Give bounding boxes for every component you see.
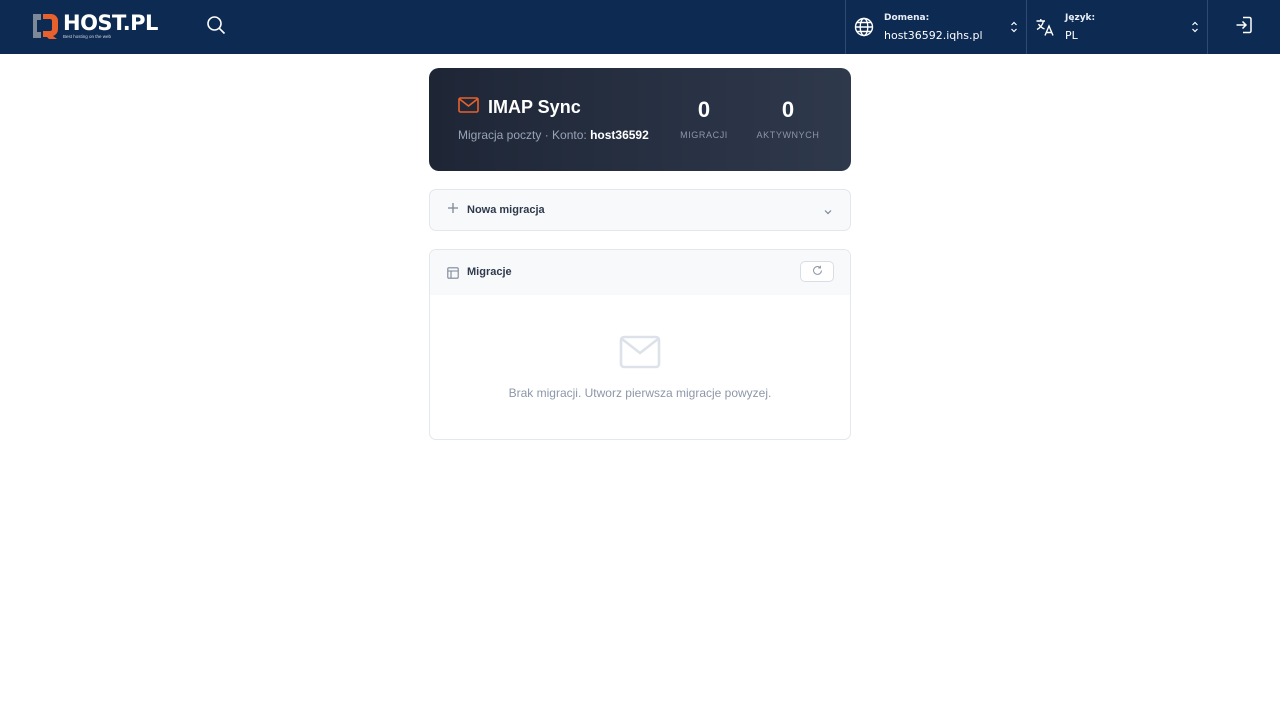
plus-icon [447, 202, 459, 216]
stat-migrations: 0 MIGRACJI [664, 97, 744, 140]
refresh-icon [812, 263, 823, 281]
page-title: IMAP Sync [488, 97, 581, 117]
empty-state-message: Brak migracji. Utworz pierwsza migracje … [508, 386, 772, 400]
mail-icon [458, 97, 479, 118]
new-migration-toggle[interactable]: Nowa migracja [429, 189, 851, 231]
domain-select[interactable]: Domena: host36592.iqhs.pl [845, 0, 1027, 54]
language-select[interactable]: Język: PL [1026, 0, 1208, 54]
brand-tagline: Best hosting on the web [63, 33, 112, 39]
globe-icon [853, 16, 875, 38]
migrations-panel-header: Migracje [430, 250, 850, 295]
logo-mark-icon [31, 12, 59, 40]
stat-value: 0 [697, 97, 711, 122]
translate-icon [1034, 16, 1056, 38]
brand-name: HOST.PL [63, 10, 158, 35]
stat-label: MIGRACJI [680, 130, 728, 140]
domain-value: host36592.iqhs.pl [884, 28, 983, 42]
search-icon [206, 15, 226, 40]
new-migration-label: Nowa migracja [467, 204, 545, 216]
logout-button[interactable] [1207, 0, 1280, 54]
imap-sync-summary-card: IMAP Sync Migracja poczty · Konto: host3… [429, 68, 851, 171]
subtitle-prefix: Migracja poczty · Konto: [458, 128, 587, 142]
logout-icon [1234, 15, 1254, 40]
empty-mail-icon [619, 335, 661, 369]
language-label: Język: [1065, 12, 1096, 23]
refresh-button[interactable] [800, 261, 834, 282]
migrations-title: Migracje [467, 266, 512, 278]
brand-logo[interactable]: HOST.PL Best hosting on the web [31, 12, 158, 40]
top-bar: HOST.PL Best hosting on the web Domena: … [0, 0, 1280, 54]
stat-active: 0 AKTYWNYCH [748, 97, 828, 140]
account-name: host36592 [590, 128, 649, 142]
language-value: PL [1065, 28, 1078, 42]
table-icon [447, 266, 459, 279]
domain-label: Domena: [884, 12, 930, 23]
stat-label: AKTYWNYCH [756, 130, 820, 140]
migrations-panel: Migracje Brak migracji. Utworz pierwsza … [429, 249, 851, 440]
stat-value: 0 [781, 97, 795, 122]
page-subtitle: Migracja poczty · Konto: host36592 [458, 128, 649, 142]
chevron-up-down-icon [1191, 20, 1199, 34]
chevron-down-icon [823, 204, 833, 215]
chevron-up-down-icon [1010, 20, 1018, 34]
search-button[interactable] [203, 14, 229, 40]
